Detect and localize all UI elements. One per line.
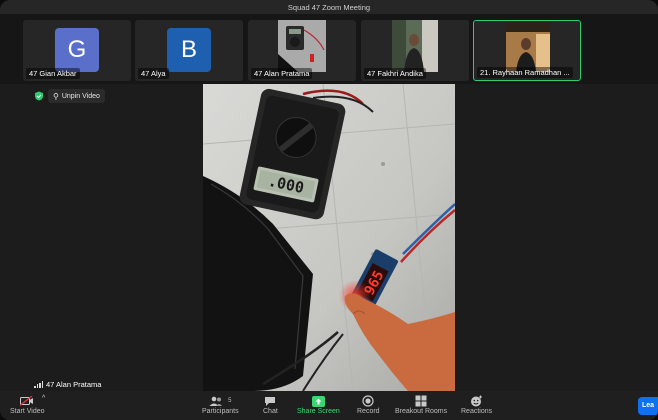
- record-button[interactable]: Record: [357, 394, 380, 415]
- signal-icon: [34, 381, 43, 388]
- learn-button[interactable]: Lea: [638, 397, 658, 415]
- reactions-icon: [470, 394, 483, 408]
- participants-count: 5: [228, 398, 232, 404]
- participant-tile-gian-akbar[interactable]: G 47 Gian Akbar: [23, 20, 131, 81]
- meeting-toolbar: Start Video ^ 5 Participants Chat Share …: [0, 391, 658, 420]
- shield-icon[interactable]: [34, 91, 44, 101]
- participant-tile-rayhaan-ramadhan[interactable]: 21. Rayhaan Ramadhan ...: [473, 20, 581, 81]
- participant-tile-alya[interactable]: B 47 Alya: [135, 20, 243, 81]
- speaker-name: 47 Alan Pratama: [46, 380, 102, 389]
- participant-tile-fakhri-andika[interactable]: 47 Fakhri Andika: [361, 20, 469, 81]
- breakout-rooms-button[interactable]: Breakout Rooms: [395, 394, 447, 415]
- breakout-rooms-label: Breakout Rooms: [395, 408, 448, 415]
- video-frame: .000 965: [203, 84, 455, 391]
- participant-tile-alan-pratama[interactable]: 47 Alan Pratama: [248, 20, 356, 81]
- breakout-rooms-icon: [415, 394, 427, 408]
- main-video-stage: ⚲ Unpin Video .000 965 47 Alan Pratama: [0, 84, 658, 391]
- active-speaker-label: 47 Alan Pratama: [34, 380, 101, 389]
- participants-icon: 5: [209, 394, 231, 408]
- participant-name: 47 Gian Akbar: [26, 68, 80, 79]
- start-video-button[interactable]: Start Video: [10, 394, 45, 415]
- zoom-window: Squad 47 Zoom Meeting G 47 Gian Akbar B …: [0, 0, 658, 420]
- share-screen-icon: [311, 394, 325, 408]
- participants-label: Participants: [202, 408, 239, 415]
- avatar: B: [167, 28, 211, 72]
- window-title: Squad 47 Zoom Meeting: [287, 2, 371, 12]
- chat-label: Chat: [263, 408, 278, 415]
- avatar: G: [55, 28, 99, 72]
- chat-button[interactable]: Chat: [263, 394, 278, 415]
- record-label: Record: [357, 408, 380, 415]
- title-bar: Squad 47 Zoom Meeting: [0, 0, 658, 14]
- participant-name: 47 Fakhri Andika: [364, 68, 426, 79]
- record-icon: [362, 394, 374, 408]
- participant-name: 47 Alan Pratama: [251, 68, 313, 79]
- video-options-chevron[interactable]: ^: [42, 395, 45, 402]
- participant-name: 21. Rayhaan Ramadhan ...: [477, 67, 573, 78]
- start-video-label: Start Video: [10, 408, 45, 415]
- video-thumbnail: [392, 20, 438, 72]
- share-screen-button[interactable]: Share Screen: [297, 394, 340, 415]
- gallery-strip: G 47 Gian Akbar B 47 Alya 47 Alan Pratam…: [0, 14, 658, 84]
- reactions-button[interactable]: Reactions: [461, 394, 492, 415]
- unpin-video-button[interactable]: ⚲ Unpin Video: [48, 89, 105, 103]
- pinned-video: .000 965: [203, 84, 455, 391]
- video-off-icon: [20, 394, 34, 408]
- share-screen-label: Share Screen: [297, 408, 340, 415]
- reactions-label: Reactions: [461, 408, 493, 415]
- pin-icon: ⚲: [53, 91, 59, 101]
- chat-icon: [264, 394, 276, 408]
- participant-name: 47 Alya: [138, 68, 169, 79]
- video-thumbnail: [278, 20, 326, 72]
- video-thumbnail: [506, 22, 550, 72]
- participants-button[interactable]: 5 Participants: [202, 394, 239, 415]
- chevron-up-icon: ^: [42, 395, 46, 402]
- unpin-label: Unpin Video: [61, 92, 100, 100]
